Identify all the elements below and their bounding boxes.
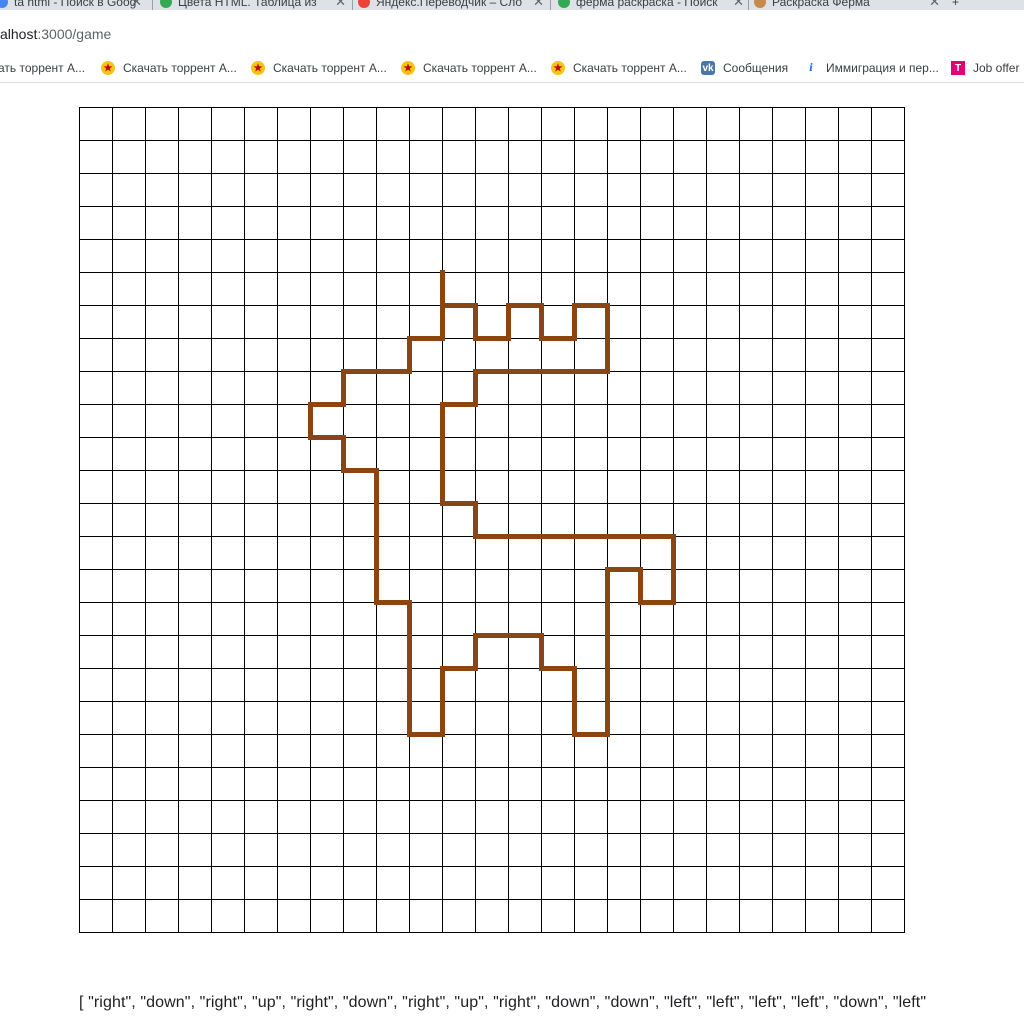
google-icon [558,0,570,8]
game-grid[interactable] [79,107,905,933]
bookmark-torrent[interactable]: ★ Скачать торрент А... [251,59,387,77]
tab-divider [152,0,153,10]
bookmark-torrent[interactable]: ★ Скачать торрент А... [101,59,237,77]
bookmark-label: ать торрент А... [0,61,86,75]
close-icon[interactable]: ✕ [929,0,940,10]
info-icon: i [809,62,813,74]
vk-icon: vk [701,61,715,75]
tab-title: ta html - Поиск в Goog [14,0,137,9]
tab-divider [550,0,551,10]
tmobile-icon: T [951,61,965,75]
tab-farm-coloring[interactable]: Раскраска Ферма ✕ [754,0,944,10]
torrent-icon: ★ [551,61,565,75]
bookmark-label: Скачать торрент А... [573,61,687,75]
tab-title: Яндекс.Переводчик – Сло [376,0,523,9]
tab-title: Раскраска Ферма [772,0,870,9]
bookmark-torrent[interactable]: ать торрент А... [0,59,85,77]
new-tab-button[interactable]: + [952,0,972,10]
chrome-icon [160,0,172,8]
tab-yandex-translate[interactable]: Яндекс.Переводчик – Сло ✕ [358,0,548,10]
tab-html-colors[interactable]: Цвета HTML. Таблица из ✕ [160,0,350,10]
tab-google-search[interactable]: ta html - Поиск в Goog ✕ [0,0,146,10]
url-field[interactable]: alhost:3000/game [0,26,111,42]
plus-icon: + [952,0,960,9]
close-icon[interactable]: ✕ [335,0,346,10]
bookmark-torrent[interactable]: ★ Скачать торрент А... [401,59,537,77]
tab-title: ферма раскраска - Поиск [576,0,718,9]
torrent-icon: ★ [101,61,115,75]
bookmark-label: Иммиграция и пер... [826,61,939,75]
bookmark-label: Сообщения [723,61,789,75]
bookmark-torrent[interactable]: ★ Скачать торрент А... [551,59,687,77]
close-icon[interactable]: ✕ [131,0,142,10]
address-bar: alhost:3000/game [0,10,1024,54]
url-path: :3000/game [37,26,112,42]
bookmark-job-offer[interactable]: T Job offer [951,59,1019,77]
bookmark-label: Скачать торрент А... [423,61,537,75]
bookmark-label: Скачать торрент А... [123,61,237,75]
google-icon [0,0,8,8]
tab-divider [748,0,749,10]
grid-canvas[interactable] [79,107,905,933]
url-host: alhost [0,26,38,42]
tab-title: Цвета HTML. Таблица из [178,0,317,9]
tab-farm-search[interactable]: ферма раскраска - Поиск ✕ [558,0,748,10]
close-icon[interactable]: ✕ [733,0,744,10]
moves-output: [ "right", "down", "right", "up", "right… [79,994,927,1011]
tab-strip: ta html - Поиск в Goog ✕ Цвета HTML. Таб… [0,0,1024,10]
tab-divider [352,0,353,10]
bookmark-label: Job offer [973,61,1020,75]
torrent-icon: ★ [401,61,415,75]
yandex-translate-icon [358,0,370,8]
page-icon [754,0,766,8]
close-icon[interactable]: ✕ [533,0,544,10]
torrent-icon: ★ [251,61,265,75]
bookmarks-bar: ать торрент А... ★ Скачать торрент А... … [0,54,1024,83]
bookmark-vk-messages[interactable]: vk Сообщения [701,59,788,77]
grid-lines [79,107,905,933]
bookmark-label: Скачать торрент А... [273,61,387,75]
bookmark-immigration[interactable]: i Иммиграция и пер... [804,59,939,77]
